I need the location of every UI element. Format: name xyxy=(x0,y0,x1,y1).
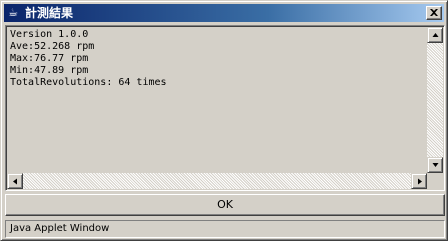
arrow-up-icon xyxy=(432,33,439,37)
arrow-right-icon xyxy=(418,178,422,185)
version-line: Version 1.0.0 xyxy=(10,29,89,40)
ok-button[interactable]: OK xyxy=(5,194,445,216)
min-line: Min:47.89 rpm xyxy=(10,65,89,76)
scroll-right-button[interactable] xyxy=(411,173,427,189)
status-text: Java Applet Window xyxy=(10,223,110,234)
total-revolutions-line: TotalRevolutions: 64 times xyxy=(10,77,167,88)
arrow-down-icon xyxy=(432,163,439,167)
scroll-up-button[interactable] xyxy=(427,27,443,43)
result-text-area[interactable]: Version 1.0.0 Ave:52.268 rpm Max:76.77 rpm… xyxy=(5,25,445,191)
scroll-corner xyxy=(427,173,443,189)
java-applet-icon: ☕ xyxy=(8,6,18,19)
max-line: Max:76.77 rpm xyxy=(10,53,89,64)
scroll-down-button[interactable] xyxy=(427,157,443,173)
scroll-left-button[interactable] xyxy=(7,173,23,189)
close-icon xyxy=(430,9,438,16)
horizontal-scrollbar[interactable] xyxy=(7,173,427,189)
status-bar: Java Applet Window xyxy=(5,220,445,238)
arrow-left-icon xyxy=(13,178,17,185)
result-text: Version 1.0.0 Ave:52.268 rpm Max:76.77 rpm… xyxy=(8,28,426,172)
title-bar[interactable]: ☕ 計測結果 xyxy=(4,4,444,22)
average-line: Ave:52.268 rpm xyxy=(10,41,95,52)
window-title: 計測結果 xyxy=(25,6,74,20)
vertical-scrollbar[interactable] xyxy=(427,27,443,173)
applet-window: ☕ 計測結果 Version 1.0.0 Ave:52.268 rpm Max:76… xyxy=(0,0,448,241)
close-button[interactable] xyxy=(426,6,442,20)
